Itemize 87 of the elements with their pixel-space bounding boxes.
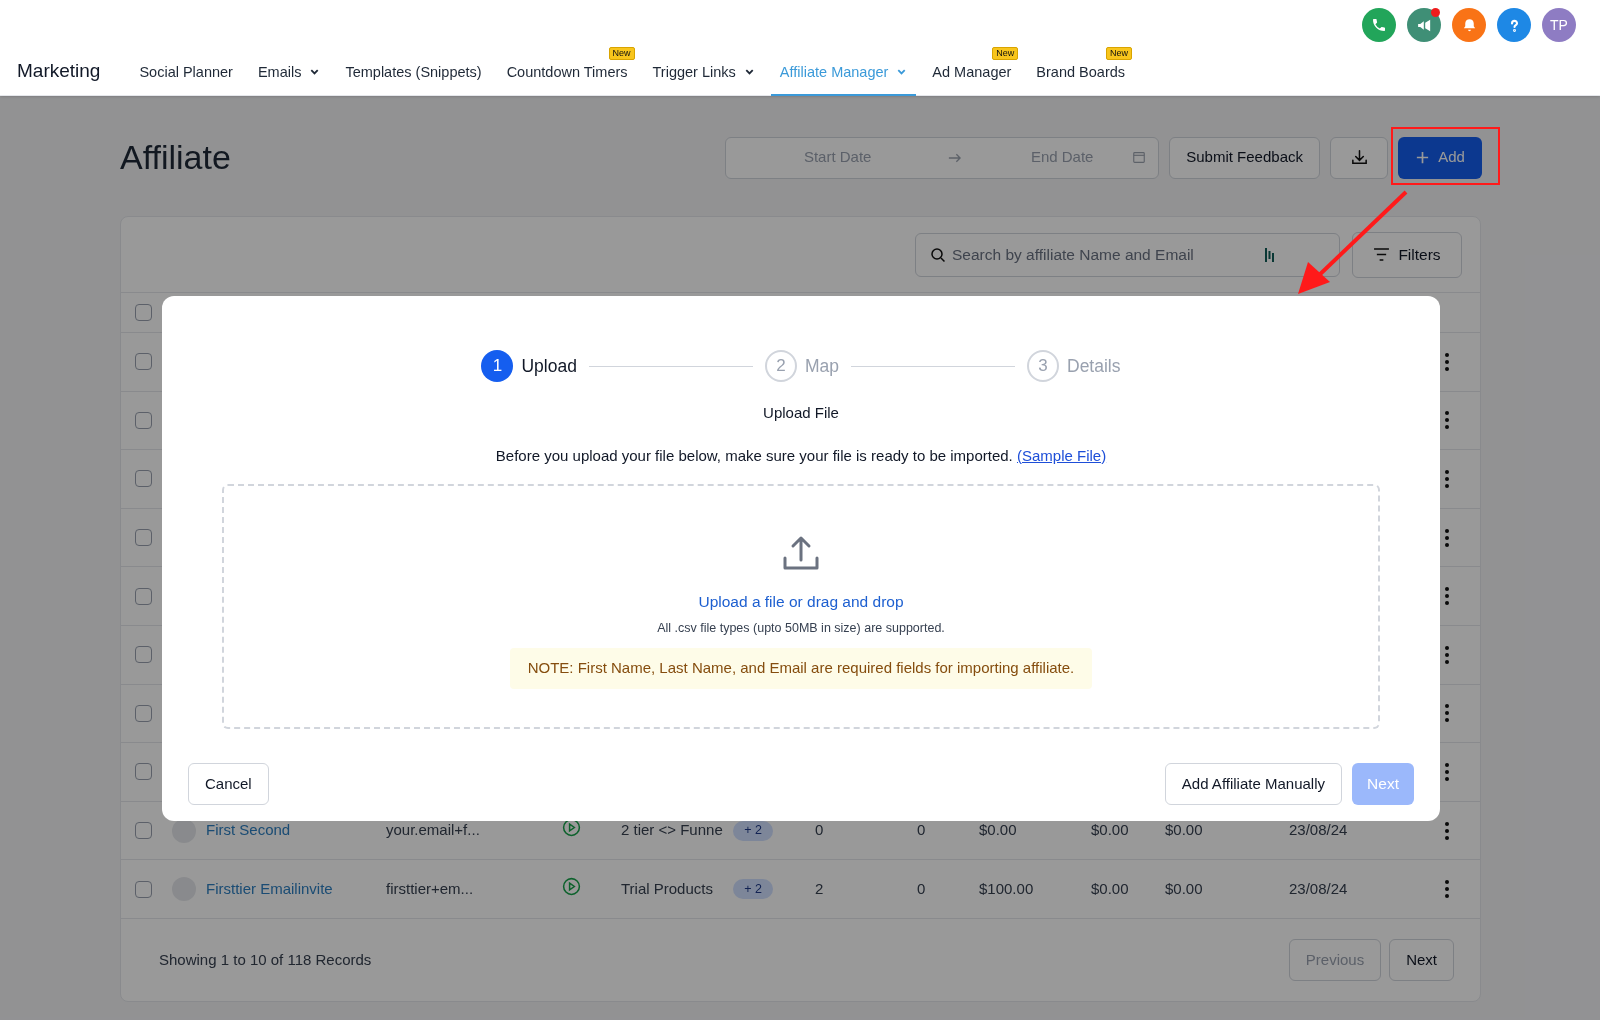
avatar[interactable]: TP [1542,8,1576,42]
play-icon [562,876,581,896]
file-types-hint: All .csv file types (upto 50MB in size) are supported. [657,620,945,638]
table-cell-text: 0 [815,820,825,841]
more-options-button[interactable] [1444,352,1450,371]
table-cell-text: your.email+f... [386,820,481,841]
step-number: 2 [764,350,797,382]
table-cell-text: 2 [815,878,825,899]
step-label: Map [804,354,839,378]
count-badge: + 2 [733,820,773,841]
table-cell-text: 23/08/24 [1289,820,1349,841]
step-label: Details [1067,354,1121,378]
step-number: 1 [481,350,514,382]
records-summary: Showing 1 to 10 of 118 Records [159,949,373,970]
megaphone-button[interactable] [1407,8,1441,42]
new-badge: New [608,47,635,60]
row-checkbox[interactable] [135,470,152,488]
search-field[interactable]: Search by affiliate Name and Email [915,232,1340,277]
table-cell-text: 2 tier <> Funne [621,820,724,841]
next-page-button[interactable]: Next [1389,938,1454,981]
bars-icon [1265,246,1275,263]
nav-tab[interactable]: New Countdown Timers [497,44,637,96]
add-affiliate-manually-button[interactable]: Add Affiliate Manually [1164,763,1342,805]
required-fields-note: NOTE: First Name, Last Name, and Email are required fields for importing affiliate. [509,648,1093,689]
more-options-button[interactable] [1444,645,1450,664]
dialog-heading: Upload File [762,403,840,423]
row-checkbox[interactable] [135,822,152,840]
more-options-button[interactable] [1444,762,1450,781]
table-cell-text: $0.00 [1091,820,1130,841]
upload-file-link[interactable]: Upload a file or drag and drop [698,590,904,614]
play-icon [562,818,581,838]
table-cell-text: Trial Products [621,878,714,899]
step-number: 3 [1027,350,1059,382]
table-cell-text: $100.00 [979,878,1035,899]
more-options-button[interactable] [1444,528,1450,547]
new-badge: New [992,47,1019,60]
row-checkbox[interactable] [135,353,152,371]
download-icon [1349,148,1369,167]
row-checkbox[interactable] [135,411,152,429]
row-checkbox[interactable] [135,646,152,664]
row-checkbox[interactable] [135,763,152,781]
table-cell-text: $0.00 [979,820,1018,841]
more-options-button[interactable] [1444,704,1450,723]
table-cell-text: $0.00 [1165,878,1204,899]
more-options-button[interactable] [1444,411,1450,430]
phone-button[interactable] [1362,8,1396,42]
row-checkbox[interactable] [135,704,152,722]
row-checkbox[interactable] [135,587,152,605]
table-cell-text: 0 [917,878,927,899]
submit-feedback-button[interactable]: Submit Feedback [1169,136,1320,179]
row-checkbox[interactable] [135,880,152,898]
checkbox[interactable] [135,304,152,321]
cancel-button[interactable]: Cancel [188,763,269,805]
nav-tab[interactable]: Templates (Snippets) [336,44,491,96]
table-cell-text: 23/08/24 [1289,878,1349,899]
table-cell-text: firsttier+em... [386,878,475,899]
app-title: Marketing [17,59,101,83]
calendar-icon [1132,150,1147,165]
table-cell-text: $0.00 [1091,878,1130,899]
nav-tab[interactable]: Emails [248,44,330,96]
search-icon [930,246,946,263]
page-title: Affiliate [120,137,232,178]
filters-button[interactable]: Filters [1352,231,1462,278]
download-button[interactable] [1330,136,1388,179]
bell-button[interactable] [1452,8,1486,42]
nav-tab[interactable]: Social Planner [130,44,242,96]
row-checkbox[interactable] [135,529,152,547]
table-cell-text: 0 [917,820,927,841]
more-options-button[interactable] [1444,880,1450,899]
sample-file-link[interactable]: (Sample File) [1016,446,1107,464]
more-options-button[interactable] [1444,470,1450,488]
table-cell-text: $0.00 [1165,820,1204,841]
help-button[interactable] [1497,8,1531,42]
instructions-text: Before you upload your file below, make sure your file is ready to be imported. (Sample File) [494,445,1108,466]
nav-tab[interactable]: New Ad Manager [923,44,1021,96]
filter-icon [1373,248,1391,261]
add-button[interactable]: Add [1398,136,1482,179]
phone-icon [1371,17,1387,33]
plus-icon [1415,150,1431,165]
more-options-button[interactable] [1444,821,1450,840]
new-badge: New [1106,47,1133,60]
nav-tab[interactable]: New Brand Boards [1027,44,1135,96]
nav-tab[interactable]: Trigger Links [643,44,764,96]
file-drop-zone[interactable]: Upload a file or drag and drop All .csv file types (upto 50MB in size) are supported. NOTE: First Name, Last Name, and Email are required fields for importing affiliate. [222,484,1380,729]
count-badge: + 2 [733,879,773,900]
step-label: Upload [521,354,577,378]
more-options-button[interactable] [1444,587,1450,606]
